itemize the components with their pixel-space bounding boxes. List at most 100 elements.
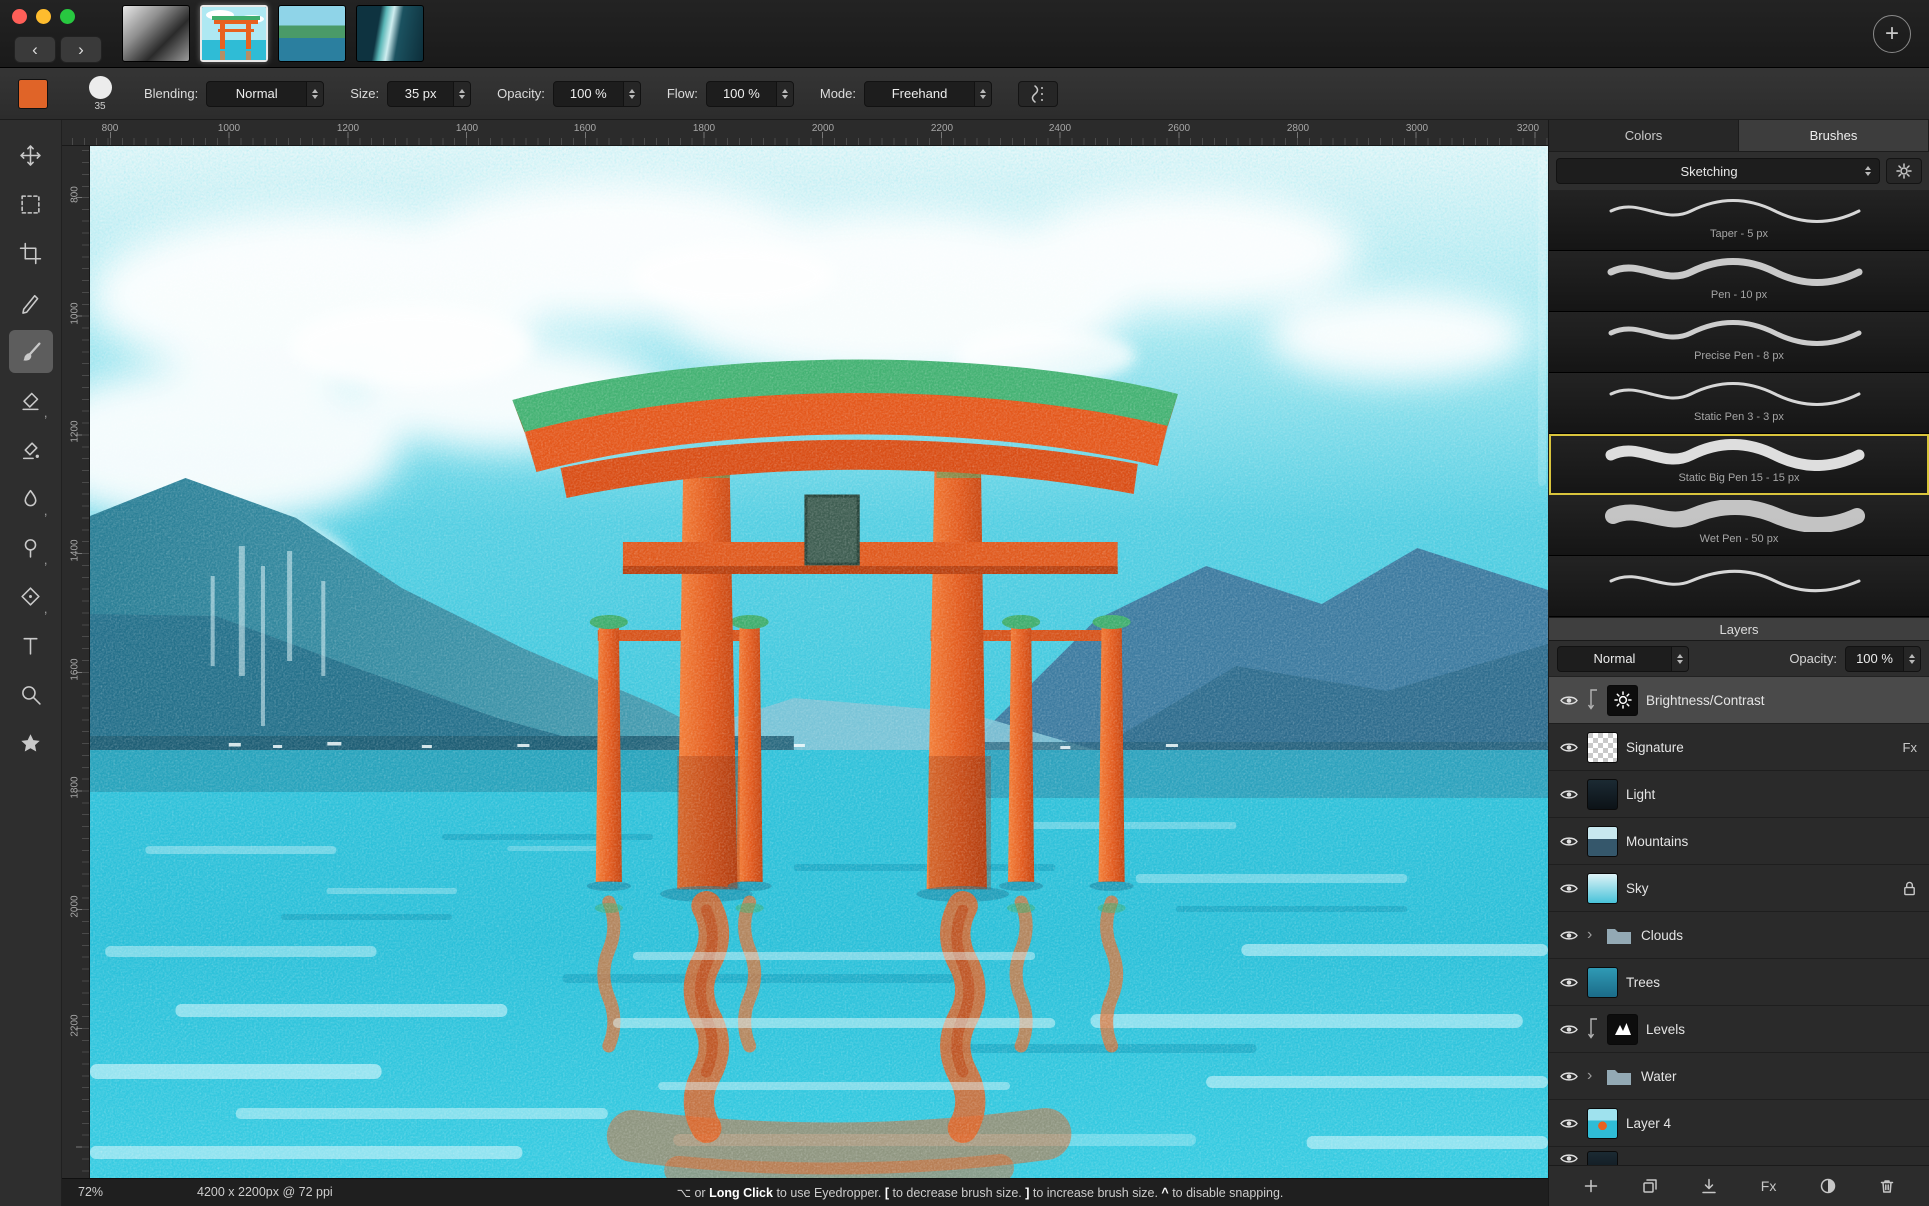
- visibility-eye-icon[interactable]: [1559, 975, 1579, 990]
- add-group-button[interactable]: [1633, 1171, 1667, 1201]
- visibility-eye-icon[interactable]: [1559, 740, 1579, 755]
- layer-row-layer4[interactable]: Layer 4: [1549, 1100, 1929, 1147]
- new-document-button[interactable]: +: [1873, 15, 1911, 53]
- tool-erase[interactable]: [9, 379, 53, 422]
- brush-item[interactable]: Wet Pen - 50 px: [1549, 495, 1929, 556]
- visibility-eye-icon[interactable]: [1559, 928, 1579, 943]
- visibility-eye-icon[interactable]: [1559, 1022, 1579, 1037]
- flow-input[interactable]: 100 %: [706, 81, 794, 107]
- visibility-eye-icon[interactable]: [1559, 693, 1579, 708]
- brush-item[interactable]: Static Pen 3 - 3 px: [1549, 373, 1929, 434]
- size-input[interactable]: 35 px: [387, 81, 471, 107]
- layer-row-clouds-group[interactable]: › Clouds: [1549, 912, 1929, 959]
- tool-selection-brush[interactable]: [9, 281, 53, 324]
- brush-item[interactable]: [1549, 556, 1929, 617]
- back-button[interactable]: ‹: [14, 36, 56, 63]
- brush-settings-button[interactable]: [1886, 158, 1922, 184]
- brush-item[interactable]: Precise Pen - 8 px: [1549, 312, 1929, 373]
- opacity-input[interactable]: 100 %: [553, 81, 641, 107]
- visibility-eye-icon[interactable]: [1559, 881, 1579, 896]
- tool-marquee-select[interactable]: [9, 183, 53, 226]
- close-button[interactable]: [12, 9, 27, 24]
- layer-row-signature[interactable]: Signature Fx: [1549, 724, 1929, 771]
- layer-row-sky[interactable]: Sky: [1549, 865, 1929, 912]
- tool-smudge[interactable]: [9, 477, 53, 520]
- tool-text[interactable]: [9, 624, 53, 667]
- adjustment-button[interactable]: [1811, 1171, 1845, 1201]
- layer-thumbnail: [1587, 826, 1618, 857]
- layer-row-trees[interactable]: Trees: [1549, 959, 1929, 1006]
- brush-stroke-preview: [1589, 500, 1889, 532]
- add-layer-button[interactable]: [1574, 1171, 1608, 1201]
- delete-layer-button[interactable]: [1870, 1171, 1904, 1201]
- brush-item-selected[interactable]: Static Big Pen 15 - 15 px: [1549, 434, 1929, 495]
- layer-list: Brightness/Contrast Signature Fx Light M…: [1549, 677, 1929, 1165]
- visibility-eye-icon[interactable]: [1559, 1151, 1579, 1165]
- layer-blend-select[interactable]: Normal: [1557, 646, 1689, 672]
- visibility-eye-icon[interactable]: [1559, 787, 1579, 802]
- layer-fx-badge[interactable]: Fx: [1903, 740, 1917, 755]
- visibility-eye-icon[interactable]: [1559, 1069, 1579, 1084]
- mode-stepper[interactable]: [974, 82, 991, 106]
- layer-row-light[interactable]: Light: [1549, 771, 1929, 818]
- brush-item[interactable]: Pen - 10 px: [1549, 251, 1929, 312]
- brush-item[interactable]: Taper - 5 px: [1549, 190, 1929, 251]
- flow-stepper[interactable]: [776, 82, 793, 106]
- layer-row-brightness-contrast[interactable]: Brightness/Contrast: [1549, 677, 1929, 724]
- brush-stabilizer-button[interactable]: [1018, 81, 1058, 107]
- layer-row-mountains[interactable]: Mountains: [1549, 818, 1929, 865]
- torii-thumbnail: [202, 7, 268, 62]
- document-tab-landscape[interactable]: [278, 5, 346, 62]
- forward-button[interactable]: ›: [60, 36, 102, 63]
- tool-move[interactable]: [9, 134, 53, 177]
- document-tabs: [122, 5, 424, 62]
- tool-zoom[interactable]: [9, 673, 53, 716]
- chevron-updown-icon: [1861, 166, 1879, 176]
- blending-select[interactable]: Normal: [206, 81, 324, 107]
- blending-stepper[interactable]: [306, 82, 323, 106]
- disclosure-chevron-icon[interactable]: ›: [1587, 927, 1597, 943]
- disclosure-chevron-icon[interactable]: ›: [1587, 1068, 1597, 1084]
- document-tab-torii-active[interactable]: [200, 5, 268, 62]
- layer-opacity-input[interactable]: 100 %: [1845, 646, 1921, 672]
- merge-down-button[interactable]: [1692, 1171, 1726, 1201]
- size-stepper[interactable]: [453, 82, 470, 106]
- layer-row-levels[interactable]: Levels: [1549, 1006, 1929, 1053]
- document-dimensions: 4200 x 2200px @ 72 ppi: [197, 1185, 333, 1199]
- tool-mesh-warp[interactable]: [9, 575, 53, 618]
- minimize-button[interactable]: [36, 9, 51, 24]
- star-icon: [19, 732, 42, 755]
- brush-stroke-preview: [1589, 561, 1889, 593]
- mode-label: Mode:: [820, 86, 856, 101]
- tool-background-erase[interactable]: [9, 428, 53, 471]
- layer-row-water-group[interactable]: › Water: [1549, 1053, 1929, 1100]
- layer-opacity-label: Opacity:: [1789, 651, 1837, 666]
- layer-opacity-stepper[interactable]: [1903, 647, 1920, 671]
- blend-stepper[interactable]: [1671, 647, 1688, 671]
- tool-paint-brush[interactable]: [9, 330, 53, 373]
- paint-brush-icon: [19, 340, 42, 363]
- tool-dodge-burn[interactable]: [9, 526, 53, 569]
- brush-category-select[interactable]: Sketching: [1556, 158, 1880, 184]
- tab-colors[interactable]: Colors: [1549, 120, 1739, 151]
- tab-brushes[interactable]: Brushes: [1739, 120, 1929, 151]
- fullscreen-button[interactable]: [60, 9, 75, 24]
- canvas-viewport[interactable]: [90, 146, 1548, 1178]
- canvas-vertical-scrollbar[interactable]: [1538, 156, 1546, 486]
- layer-effects-button[interactable]: Fx: [1752, 1171, 1786, 1201]
- tool-favorites[interactable]: [9, 722, 53, 765]
- visibility-eye-icon[interactable]: [1559, 834, 1579, 849]
- layer-row-partial[interactable]: [1549, 1147, 1929, 1165]
- mode-select[interactable]: Freehand: [864, 81, 992, 107]
- clip-indicator-icon: [1587, 686, 1599, 714]
- active-color-swatch[interactable]: [18, 79, 48, 109]
- tool-crop[interactable]: [9, 232, 53, 275]
- opacity-stepper[interactable]: [623, 82, 640, 106]
- document-tab-waterfall[interactable]: [356, 5, 424, 62]
- brush-category-row: Sketching: [1549, 152, 1929, 190]
- text-tool-icon: [19, 634, 42, 657]
- marquee-icon: [19, 193, 42, 216]
- visibility-eye-icon[interactable]: [1559, 1116, 1579, 1131]
- document-tab-figure[interactable]: [122, 5, 190, 62]
- clip-indicator-icon: [1587, 1015, 1599, 1043]
